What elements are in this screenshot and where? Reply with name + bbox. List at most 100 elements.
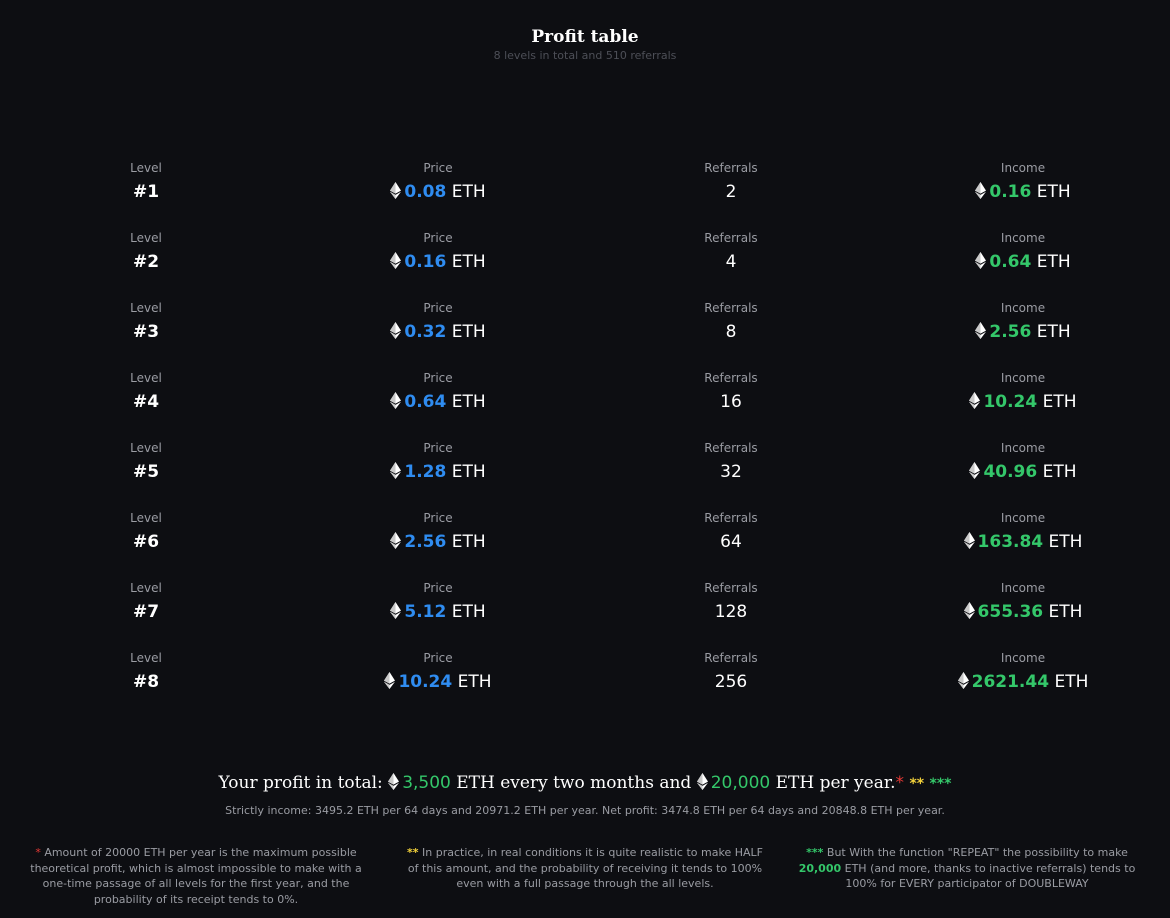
income-value: 40.96 ETH	[873, 459, 1170, 485]
income-value: 0.16 ETH	[873, 179, 1170, 205]
income-cell: Income 2.56 ETH	[873, 300, 1170, 345]
income-amount: 0.16	[989, 182, 1032, 202]
income-currency: ETH	[1036, 252, 1071, 272]
referrals-value: 2	[725, 182, 737, 202]
income-cell: Income 0.16 ETH	[873, 160, 1170, 205]
income-currency: ETH	[1048, 532, 1083, 552]
ethereum-icon	[975, 182, 989, 202]
footnote-2: ** In practice, in real conditions it is…	[400, 845, 770, 892]
level-value: #2	[132, 252, 160, 272]
referrals-value: 8	[725, 322, 737, 342]
table-row: Level #2 Price 0.16 ETH Referrals 4 Income 0.64…	[0, 230, 1170, 300]
price-currency: ETH	[451, 532, 486, 552]
table-row: Level #4 Price 0.64 ETH Referrals 16 Income 10.…	[0, 370, 1170, 440]
ethereum-icon	[390, 602, 404, 622]
referrals-cell: Referrals 4	[581, 230, 881, 275]
level-cell: Level #3	[0, 300, 296, 345]
table-row: Level #3 Price 0.32 ETH Referrals 8 Income 2.56…	[0, 300, 1170, 370]
price-amount: 1.28	[404, 462, 447, 482]
income-amount: 10.24	[983, 392, 1038, 412]
referrals-value: 16	[720, 392, 742, 412]
price-currency: ETH	[451, 462, 486, 482]
income-label: Income	[1000, 371, 1046, 385]
total-amount-two-months: 3,500	[402, 773, 451, 793]
footnote-3-text-a: But With the function "REPEAT" the possi…	[826, 846, 1128, 859]
table-row: Level #1 Price 0.08 ETH Referrals 2 Income 0.16…	[0, 160, 1170, 230]
level-label: Level	[130, 581, 162, 595]
income-label: Income	[1000, 231, 1046, 245]
total-profit: Your profit in total: 3,500 ETH every tw…	[0, 773, 1170, 793]
footnote-3-text-b: ETH (and more, thanks to inactive referr…	[844, 861, 1136, 891]
referrals-cell: Referrals 32	[581, 440, 881, 485]
referrals-label: Referrals	[704, 301, 758, 315]
table-row: Level #6 Price 2.56 ETH Referrals 64 Income 163…	[0, 510, 1170, 580]
price-currency: ETH	[451, 392, 486, 412]
referrals-label: Referrals	[704, 231, 758, 245]
income-value: 2621.44 ETH	[873, 669, 1170, 695]
referrals-value: 256	[714, 672, 748, 692]
level-label: Level	[130, 161, 162, 175]
total-amount-year: 20,000	[710, 773, 771, 793]
price-label: Price	[423, 301, 453, 315]
footnote-3: *** But With the function "REPEAT" the p…	[787, 845, 1147, 892]
footnote-3-amount: 20,000	[798, 861, 842, 875]
level-cell: Level #4	[0, 370, 296, 415]
ethereum-icon	[975, 322, 989, 342]
level-label: Level	[130, 441, 162, 455]
price-cell: Price 0.16 ETH	[288, 230, 588, 275]
price-cell: Price 0.08 ETH	[288, 160, 588, 205]
level-cell: Level #6	[0, 510, 296, 555]
referrals-value: 32	[720, 462, 742, 482]
table-row: Level #7 Price 5.12 ETH Referrals 128 Income 65…	[0, 580, 1170, 650]
price-value: 0.32 ETH	[288, 319, 588, 345]
price-currency: ETH	[457, 672, 492, 692]
total-unit-two-months: ETH every two months and	[456, 773, 692, 793]
income-currency: ETH	[1054, 672, 1089, 692]
ethereum-icon	[969, 462, 983, 482]
price-label: Price	[423, 161, 453, 175]
income-currency: ETH	[1042, 392, 1077, 412]
level-cell: Level #1	[0, 160, 296, 205]
price-cell: Price 2.56 ETH	[288, 510, 588, 555]
income-cell: Income 655.36 ETH	[873, 580, 1170, 625]
price-currency: ETH	[451, 322, 486, 342]
referrals-label: Referrals	[704, 651, 758, 665]
price-label: Price	[423, 231, 453, 245]
price-currency: ETH	[451, 252, 486, 272]
referrals-label: Referrals	[704, 161, 758, 175]
level-label: Level	[130, 651, 162, 665]
ethereum-icon	[963, 602, 978, 622]
income-value: 0.64 ETH	[873, 249, 1170, 275]
page-title: Profit table	[531, 27, 639, 47]
price-value: 0.08 ETH	[288, 179, 588, 205]
referrals-cell: Referrals 2	[581, 160, 881, 205]
income-value: 2.56 ETH	[873, 319, 1170, 345]
level-value: #7	[132, 602, 160, 622]
table-row: Level #5 Price 1.28 ETH Referrals 32 Income 40.…	[0, 440, 1170, 510]
income-currency: ETH	[1036, 322, 1071, 342]
level-value: #1	[132, 182, 160, 202]
price-value: 10.24 ETH	[288, 669, 588, 695]
income-currency: ETH	[1048, 602, 1083, 622]
price-amount: 5.12	[404, 602, 447, 622]
footnote-1-marker: *	[35, 846, 41, 859]
total-unit-year: ETH per year.	[775, 773, 896, 793]
referrals-value: 4	[725, 252, 737, 272]
level-label: Level	[130, 231, 162, 245]
profit-table: Level #1 Price 0.08 ETH Referrals 2 Income 0.16…	[0, 160, 1170, 720]
price-amount: 2.56	[404, 532, 447, 552]
income-currency: ETH	[1036, 182, 1071, 202]
income-currency: ETH	[1042, 462, 1077, 482]
footnote-1: * Amount of 20000 ETH per year is the ma…	[18, 845, 374, 907]
income-amount: 655.36	[977, 602, 1044, 622]
footnote-marker-3: ***	[929, 776, 952, 792]
income-value: 655.36 ETH	[873, 599, 1170, 625]
referrals-label: Referrals	[704, 371, 758, 385]
income-amount: 40.96	[983, 462, 1038, 482]
income-cell: Income 163.84 ETH	[873, 510, 1170, 555]
ethereum-icon	[696, 773, 711, 793]
price-cell: Price 0.32 ETH	[288, 300, 588, 345]
ethereum-icon	[390, 532, 404, 552]
referrals-label: Referrals	[704, 511, 758, 525]
ethereum-icon	[390, 462, 404, 482]
